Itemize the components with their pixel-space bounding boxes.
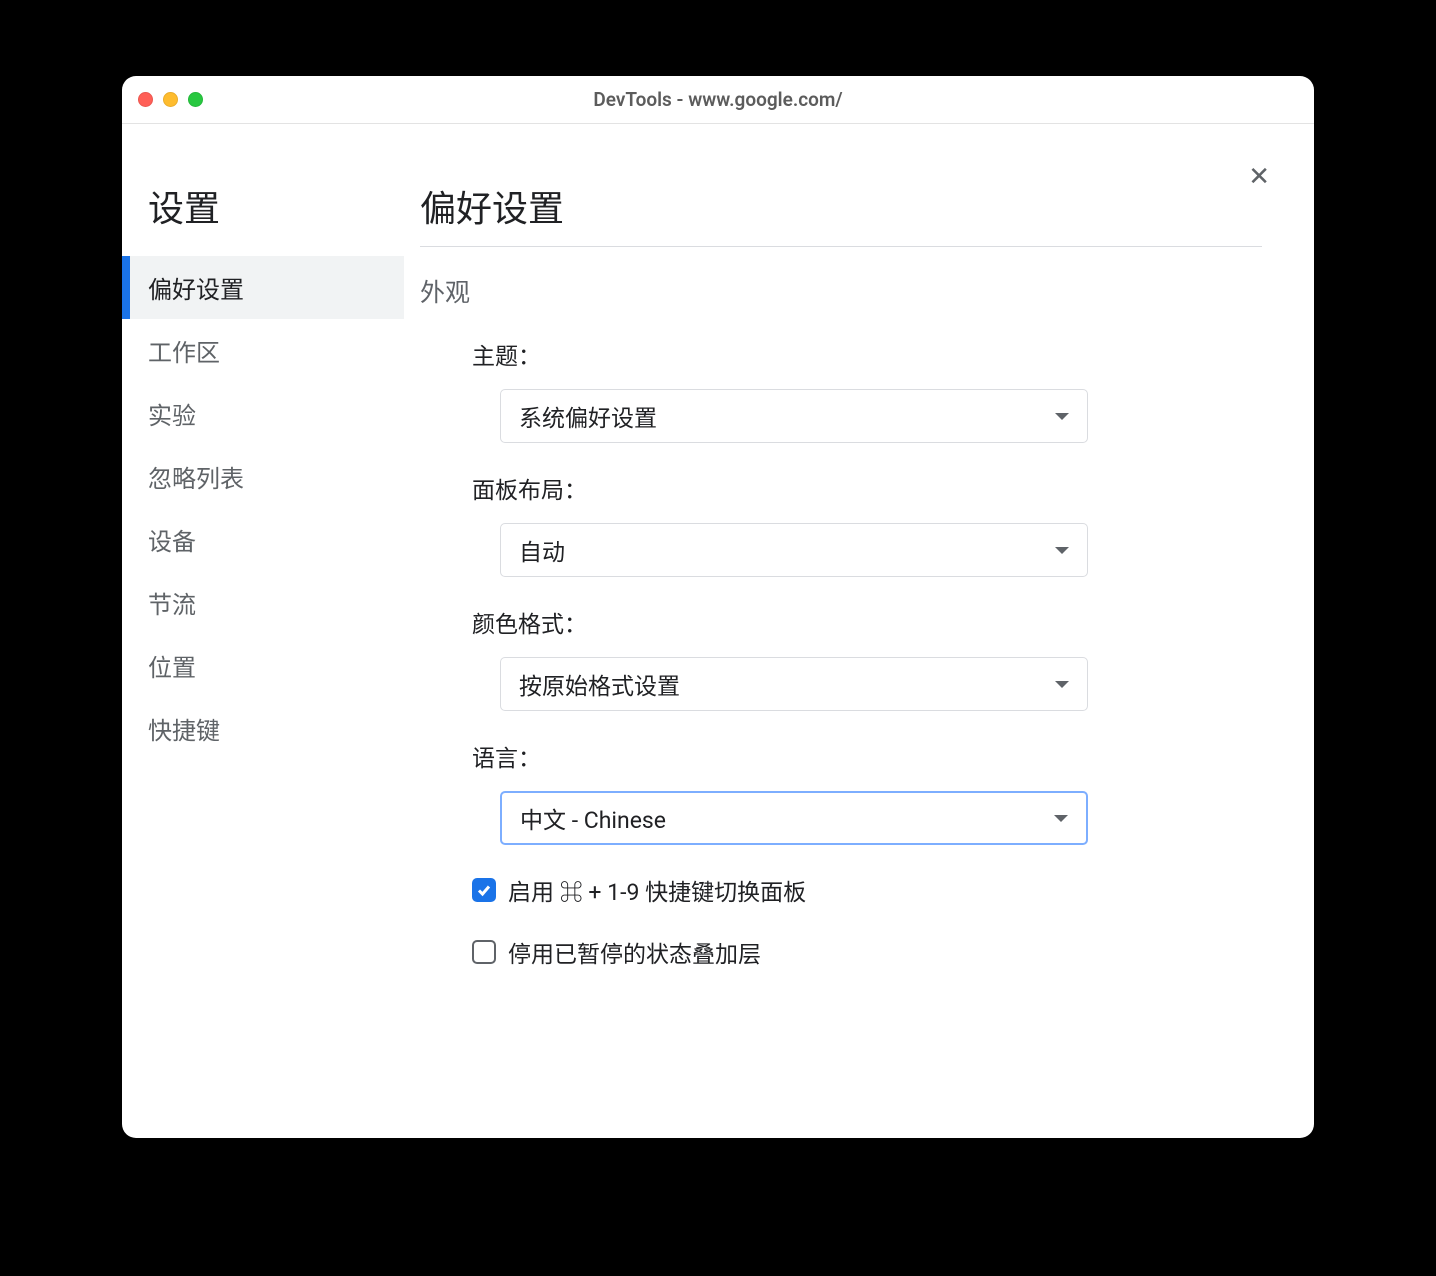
disable-overlay-label: 停用已暂停的状态叠加层 [508, 935, 761, 969]
panel-layout-select-value: 自动 [519, 533, 565, 567]
main-panel: 偏好设置 外观 主题： 系统偏好设置 面板布局： 自动 颜色格式： [404, 124, 1314, 1138]
language-select-value: 中文 - Chinese [520, 801, 666, 835]
content: ✕ 设置 偏好设置 工作区 实验 忽略列表 设备 节流 位置 快捷键 偏好设置 … [122, 124, 1314, 1138]
sidebar-item-shortcuts[interactable]: 快捷键 [122, 697, 404, 760]
sidebar-item-label: 设备 [148, 528, 196, 556]
sidebar-item-throttling[interactable]: 节流 [122, 571, 404, 634]
divider [420, 246, 1262, 247]
sidebar-item-label: 实验 [148, 402, 196, 430]
chevron-down-icon [1055, 681, 1069, 688]
field-color-format: 颜色格式： 按原始格式设置 [420, 605, 1262, 711]
field-language: 语言： 中文 - Chinese [420, 739, 1262, 845]
close-icon[interactable]: ✕ [1248, 164, 1270, 190]
sidebar-title: 设置 [148, 180, 404, 232]
sidebar-item-preferences[interactable]: 偏好设置 [122, 256, 404, 319]
checkbox-row-overlay: 停用已暂停的状态叠加层 [420, 935, 1262, 969]
enable-shortcut-label: 启用 ⌘ + 1-9 快捷键切换面板 [508, 873, 806, 907]
theme-label: 主题： [472, 337, 1262, 371]
language-select[interactable]: 中文 - Chinese [500, 791, 1088, 845]
sidebar: 设置 偏好设置 工作区 实验 忽略列表 设备 节流 位置 快捷键 [122, 124, 404, 1138]
titlebar: DevTools - www.google.com/ [122, 76, 1314, 124]
checkbox-row-shortcut: 启用 ⌘ + 1-9 快捷键切换面板 [420, 873, 1262, 907]
check-icon [476, 882, 492, 898]
page-title: 偏好设置 [420, 180, 1262, 232]
devtools-settings-window: DevTools - www.google.com/ ✕ 设置 偏好设置 工作区… [122, 76, 1314, 1138]
sidebar-item-label: 节流 [148, 591, 196, 619]
window-close-button[interactable] [138, 92, 153, 107]
language-label: 语言： [472, 739, 1262, 773]
sidebar-item-label: 忽略列表 [148, 465, 244, 493]
sidebar-item-label: 快捷键 [148, 717, 220, 745]
sidebar-item-label: 偏好设置 [148, 276, 244, 304]
color-format-select[interactable]: 按原始格式设置 [500, 657, 1088, 711]
chevron-down-icon [1055, 413, 1069, 420]
section-appearance: 外观 [420, 273, 1262, 309]
theme-select-value: 系统偏好设置 [519, 399, 657, 433]
disable-overlay-checkbox[interactable] [472, 940, 496, 964]
sidebar-item-experiments[interactable]: 实验 [122, 382, 404, 445]
traffic-lights [138, 92, 203, 107]
field-panel-layout: 面板布局： 自动 [420, 471, 1262, 577]
color-format-select-value: 按原始格式设置 [519, 667, 680, 701]
enable-shortcut-checkbox[interactable] [472, 878, 496, 902]
field-theme: 主题： 系统偏好设置 [420, 337, 1262, 443]
window-minimize-button[interactable] [163, 92, 178, 107]
panel-layout-label: 面板布局： [472, 471, 1262, 505]
panel-layout-select[interactable]: 自动 [500, 523, 1088, 577]
window-zoom-button[interactable] [188, 92, 203, 107]
theme-select[interactable]: 系统偏好设置 [500, 389, 1088, 443]
window-title: DevTools - www.google.com/ [122, 88, 1314, 111]
sidebar-item-locations[interactable]: 位置 [122, 634, 404, 697]
sidebar-item-ignore-list[interactable]: 忽略列表 [122, 445, 404, 508]
chevron-down-icon [1054, 815, 1068, 822]
sidebar-item-label: 工作区 [148, 339, 220, 367]
color-format-label: 颜色格式： [472, 605, 1262, 639]
chevron-down-icon [1055, 547, 1069, 554]
sidebar-item-label: 位置 [148, 654, 196, 682]
sidebar-item-workspace[interactable]: 工作区 [122, 319, 404, 382]
sidebar-item-devices[interactable]: 设备 [122, 508, 404, 571]
